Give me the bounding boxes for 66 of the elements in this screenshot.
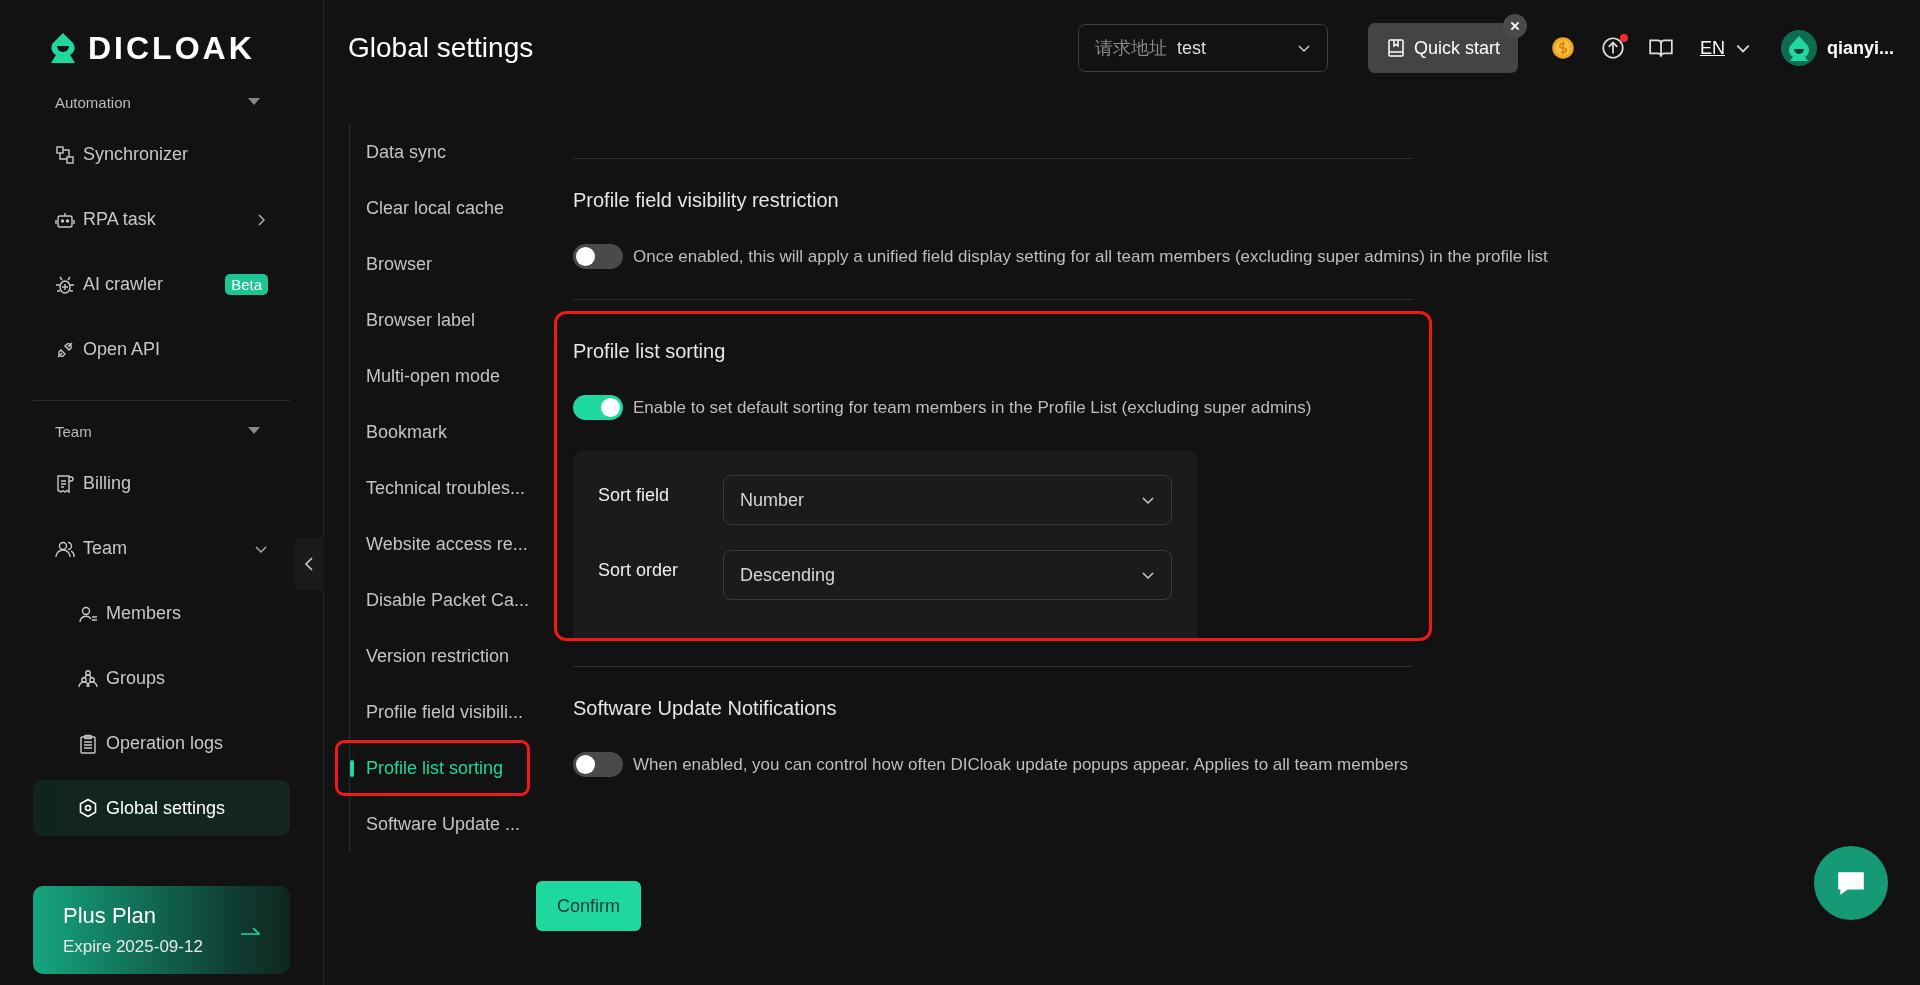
receipt-icon [55,473,75,494]
logo-text: DICLOAK [88,32,255,64]
sidebar-subitem[interactable]: Operation logs [33,711,290,776]
settings-nav-item[interactable]: Disable Packet Ca... [350,572,555,628]
sidebar-item[interactable]: Open API [33,317,290,382]
sidebar-subitem[interactable]: Global settings [33,780,290,836]
sidebar-subitem[interactable]: Members [33,581,290,646]
nodes-icon [55,144,75,165]
plan-expiry: Expire 2025-09-12 [63,937,203,957]
field-label: Sort order [598,559,680,581]
chat-icon [1835,869,1867,897]
dropdown-select[interactable]: Number [723,475,1172,525]
address-select[interactable]: 请求地址 test [1077,24,1328,72]
settings-nav-item[interactable]: Version restriction [350,628,555,684]
settings-nav-item[interactable]: Profile list sorting [335,740,530,796]
user-name[interactable]: qianyi... [1826,37,1894,59]
toggle-switch[interactable] [573,244,623,269]
setting-description: When enabled, you can control how often DICloak update popups appear. Applies to all team members [633,754,1408,775]
settings-nav-item[interactable]: Website access re... [350,516,555,572]
language-select[interactable]: EN [1699,37,1751,59]
upload-icon[interactable] [1599,35,1626,61]
sidebar-item[interactable]: RPA task [33,187,290,252]
confirm-button[interactable]: Confirm [536,881,641,931]
sidebar-item[interactable]: Synchronizer [33,122,290,187]
clipboard-icon [78,733,98,754]
sidebar-item[interactable]: Team [33,516,290,581]
caret-icon[interactable] [248,427,260,435]
section-title: Software Update Notifications [573,697,838,720]
book-icon [1385,38,1406,58]
settings-nav-item[interactable]: Profile field visibili... [350,684,555,740]
plan-card[interactable]: Plus Plan Expire 2025-09-12 [33,886,290,974]
settings-nav-item[interactable]: Clear local cache [350,180,555,236]
chevron-left-icon [304,556,314,572]
settings-nav-item[interactable]: Software Update ... [350,796,555,852]
settings-nav-item[interactable]: Technical troubles... [350,460,555,516]
page-title: Global settings [348,32,534,64]
caret-icon[interactable] [248,98,260,106]
settings-nav-item[interactable]: Data sync [350,124,555,180]
sidebar-item[interactable]: AI crawler Beta [33,252,290,317]
setting-description: Once enabled, this will apply a unified field display setting for all team members (excluding super admins) in the profile list [633,246,1548,267]
logo-icon [48,32,78,64]
section-label: Team [55,422,92,440]
close-button[interactable] [1502,14,1527,38]
section-title: Profile list sorting [573,340,727,363]
toggle-switch[interactable] [573,395,623,420]
settings-nav-item[interactable]: Bookmark [350,404,555,460]
close-icon [1508,20,1521,32]
section-title: Profile field visibility restriction [573,189,840,212]
bug-icon [55,274,75,295]
collapse-button[interactable] [294,537,324,591]
settings-nav-item[interactable]: Multi-open mode [350,348,555,404]
sidebar-subitem[interactable]: Groups [33,646,290,711]
avatar-icon[interactable] [1780,30,1817,66]
beta-badge: Beta [225,274,268,295]
setting-description: Enable to set default sorting for team members in the Profile List (excluding super admins) [633,397,1312,418]
group-icon [78,668,98,689]
plan-title: Plus Plan [63,903,157,929]
settings-nav-item[interactable]: Browser label [350,292,555,348]
settings-icon [78,798,98,818]
sidebar-item[interactable]: Billing [33,451,290,516]
field-label: Sort field [598,484,671,506]
section-label: Automation [55,93,131,111]
dropdown-select[interactable]: Descending [723,550,1172,600]
quick-start-button[interactable]: Quick start [1367,23,1518,73]
toggle-switch[interactable] [573,752,623,777]
settings-nav-item[interactable]: Browser [350,236,555,292]
